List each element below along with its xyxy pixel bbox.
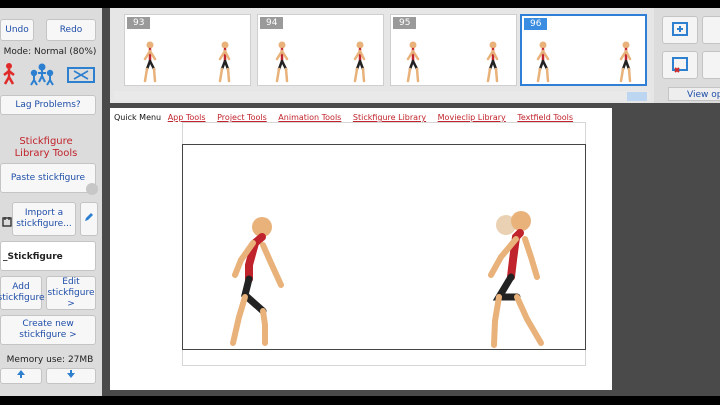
add-frame-icon xyxy=(672,22,688,36)
redo-button[interactable]: Redo xyxy=(46,19,96,41)
frame-scrollbar-thumb[interactable] xyxy=(627,92,647,101)
frame-scrollbar[interactable] xyxy=(114,91,650,100)
edit-stickfigure-button[interactable]: Edit stickfigure > xyxy=(46,276,96,310)
frame-tool-button[interactable] xyxy=(702,16,720,44)
stage-canvas xyxy=(230,211,544,348)
app-window: Undo Redo Mode: Normal (80%) Lag Problem… xyxy=(0,0,720,405)
menu-textfield-tools[interactable]: Textfield Tools xyxy=(517,113,573,122)
add-stickfigure-button[interactable]: Add stickfigure xyxy=(0,276,45,310)
paste-stickfigure-button[interactable]: Paste stickfigure xyxy=(0,163,96,193)
create-new-stickfigure-button[interactable]: Create new stickfigure > xyxy=(0,315,96,345)
menu-project-tools[interactable]: Project Tools xyxy=(217,113,267,122)
frame-thumb-95[interactable]: 95 xyxy=(390,14,517,86)
move-down-button[interactable] xyxy=(46,368,96,384)
frame-tool-button-2[interactable] xyxy=(702,51,720,79)
move-up-button[interactable] xyxy=(0,368,42,384)
left-panel: Undo Redo Mode: Normal (80%) Lag Problem… xyxy=(0,8,102,396)
menu-animation-tools[interactable]: Animation Tools xyxy=(278,113,341,122)
arrow-down-icon xyxy=(66,369,76,383)
import-stickfigure-button[interactable]: Import a stickfigure... xyxy=(12,202,76,236)
stickfigure-right xyxy=(488,211,544,348)
menu-stickfigure-library[interactable]: Stickfigure Library xyxy=(353,113,426,122)
library-tools-title: Stickfigure Library Tools xyxy=(14,136,78,159)
quick-menu-label: Quick Menu xyxy=(114,113,162,122)
frame-thumb-94[interactable]: 94 xyxy=(257,14,384,86)
frame-number: 95 xyxy=(393,17,417,29)
import-icon xyxy=(2,213,12,227)
frame-number: 93 xyxy=(127,17,151,29)
menu-movieclip-library[interactable]: Movieclip Library xyxy=(438,113,506,122)
letterbox-top xyxy=(0,0,720,8)
letterbox-bottom xyxy=(0,396,720,405)
mode-label: Mode: Normal (80%) xyxy=(3,47,97,57)
add-frame-button[interactable] xyxy=(662,16,698,44)
frame-number: 96 xyxy=(524,18,548,30)
group-icon[interactable] xyxy=(28,63,56,87)
stickfigure-name-field[interactable]: _Stickfigure xyxy=(0,241,96,271)
pencil-icon xyxy=(83,211,95,227)
scroll-indicator xyxy=(86,183,98,195)
view-options-button[interactable]: View opti xyxy=(668,87,720,101)
delete-frame-icon xyxy=(672,57,688,73)
animation-stage[interactable] xyxy=(182,144,586,350)
frame-number: 94 xyxy=(260,17,284,29)
edit-name-button[interactable] xyxy=(80,202,98,236)
memory-label: Memory use: 27MB xyxy=(6,355,94,365)
stickfigure-icon[interactable] xyxy=(0,61,20,87)
arrow-up-icon xyxy=(16,369,26,383)
right-toolbar: View opti xyxy=(654,8,720,103)
delete-frame-button[interactable] xyxy=(662,51,698,79)
undo-button[interactable]: Undo xyxy=(0,19,34,41)
quick-menu: Quick Menu App Tools Project Tools Anima… xyxy=(114,113,582,122)
frame-thumb-93[interactable]: 93 xyxy=(124,14,251,86)
frame-thumb-96[interactable]: 96 xyxy=(520,14,647,86)
frame-strip: 93 94 95 96 xyxy=(110,8,654,103)
stickfigure-left xyxy=(230,217,284,346)
menu-app-tools[interactable]: App Tools xyxy=(168,113,206,122)
movieclip-icon[interactable] xyxy=(66,66,96,84)
lag-problems-button[interactable]: Lag Problems? xyxy=(0,95,96,115)
